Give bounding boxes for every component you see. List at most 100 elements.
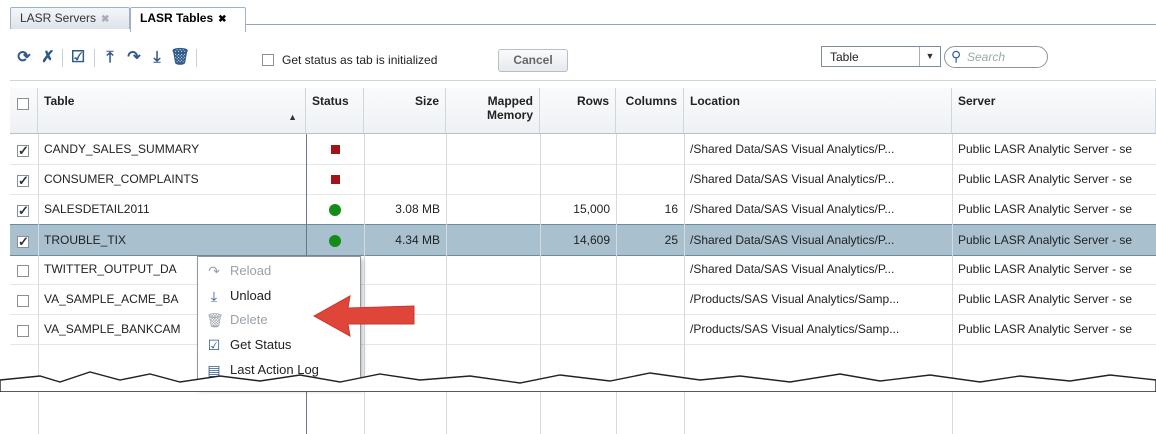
col-header-label: Size bbox=[414, 94, 439, 108]
cell-table: TROUBLE_TIX bbox=[44, 233, 127, 247]
cell-mapped bbox=[446, 314, 540, 344]
select-icon[interactable]: ☑ bbox=[68, 47, 88, 69]
filter-combo[interactable]: Table ▼ bbox=[821, 46, 941, 67]
search-icon: ⚲ bbox=[951, 48, 962, 64]
status-loaded-icon bbox=[329, 234, 341, 247]
get-status-checkbox[interactable] bbox=[262, 54, 274, 66]
toolbar-separator bbox=[196, 49, 197, 67]
col-header-status[interactable]: Status bbox=[306, 88, 364, 134]
cell-rows bbox=[540, 314, 616, 344]
tab-label: LASR Tables bbox=[140, 11, 214, 25]
clear-icon[interactable]: ✗ bbox=[38, 47, 58, 69]
cell-server: Public LASR Analytic Server - se bbox=[958, 172, 1133, 186]
col-header-columns[interactable]: Columns bbox=[616, 88, 684, 134]
cell-server: Public LASR Analytic Server - se bbox=[958, 202, 1133, 216]
cell-server: Public LASR Analytic Server - se bbox=[958, 142, 1133, 156]
cell-table: SALESDETAIL2011 bbox=[44, 202, 150, 216]
status-unloaded-icon bbox=[330, 175, 340, 185]
row-checkbox[interactable] bbox=[17, 325, 29, 337]
tab-label: LASR Servers bbox=[20, 11, 97, 25]
row-checkbox[interactable] bbox=[17, 234, 29, 250]
cell-columns bbox=[616, 254, 684, 284]
table-row[interactable]: SALESDETAIL2011 3.08 MB 15,000 16/Shared Da… bbox=[10, 194, 1156, 225]
cell-server: Public LASR Analytic Server - se bbox=[958, 262, 1133, 276]
menu-item-label: Delete bbox=[230, 312, 268, 327]
reload-icon[interactable]: ↷ bbox=[124, 47, 144, 69]
select-all-checkbox[interactable] bbox=[17, 98, 29, 110]
load-icon[interactable]: ⤒ bbox=[100, 47, 120, 69]
chevron-down-icon[interactable]: ▼ bbox=[919, 47, 940, 66]
table-row[interactable]: VA_SAMPLE_ACME_BA/Products/SAS Visual An… bbox=[10, 284, 1156, 315]
cell-status bbox=[306, 164, 364, 194]
cell-location: /Shared Data/SAS Visual Analytics/P... bbox=[690, 262, 895, 276]
unload-icon: ⤓ bbox=[210, 288, 218, 304]
menu-item-label: Get Status bbox=[230, 337, 292, 352]
cell-location: /Products/SAS Visual Analytics/Samp... bbox=[690, 292, 900, 306]
col-header-label: Status bbox=[312, 94, 349, 108]
col-header-label: Table bbox=[44, 94, 75, 108]
col-header-mapped-memory[interactable]: Mapped Memory bbox=[446, 88, 540, 134]
toolbar-separator bbox=[94, 49, 95, 67]
menu-item-label: Reload bbox=[230, 263, 272, 278]
search-input[interactable]: ⚲ Search bbox=[944, 46, 1048, 68]
cell-table: CONSUMER_COMPLAINTS bbox=[44, 172, 199, 186]
col-header-label: Server bbox=[958, 94, 996, 108]
close-icon[interactable]: ✖ bbox=[101, 14, 109, 25]
col-header-label: Location bbox=[690, 94, 740, 108]
table-row[interactable]: VA_SAMPLE_BANKCAM/Products/SAS Visual An… bbox=[10, 314, 1156, 345]
cell-table: CANDY_SALES_SUMMARY bbox=[44, 142, 200, 156]
reload-icon: ↷ bbox=[208, 263, 220, 279]
table-row[interactable]: TWITTER_OUTPUT_DA/Shared Data/SAS Visual… bbox=[10, 254, 1156, 285]
delete-icon: 🗑 bbox=[206, 312, 224, 328]
table-row[interactable]: TROUBLE_TIX 4.34 MB 14,609 25/Shared Data/S… bbox=[10, 224, 1156, 256]
col-header-label: Mapped Memory bbox=[486, 94, 533, 122]
cell-rows bbox=[540, 164, 616, 194]
row-checkbox[interactable] bbox=[17, 143, 29, 159]
close-icon[interactable]: ✖ bbox=[218, 14, 226, 25]
row-checkbox[interactable] bbox=[17, 295, 29, 307]
row-checkbox[interactable] bbox=[17, 173, 29, 189]
col-header-size[interactable]: Size bbox=[364, 88, 446, 134]
cell-mapped bbox=[446, 134, 540, 164]
cell-mapped bbox=[446, 254, 540, 284]
col-header-table[interactable]: Table ▲ bbox=[38, 88, 306, 134]
cell-rows bbox=[540, 284, 616, 314]
cell-status bbox=[306, 225, 364, 255]
cell-rows bbox=[540, 134, 616, 164]
cell-rows bbox=[540, 254, 616, 284]
table-row[interactable]: CONSUMER_COMPLAINTS/Shared Data/SAS Visu… bbox=[10, 164, 1156, 195]
cell-status bbox=[306, 194, 364, 224]
cell-size: 3.08 MB bbox=[395, 202, 440, 216]
cell-size: 4.34 MB bbox=[395, 233, 440, 247]
delete-icon[interactable]: 🗑 bbox=[170, 47, 190, 69]
row-checkbox[interactable] bbox=[17, 265, 29, 277]
toolbar-separator bbox=[62, 49, 63, 67]
tab-lasr-tables[interactable]: LASR Tables ✖ bbox=[130, 7, 246, 32]
status-unloaded-icon bbox=[330, 145, 340, 155]
unload-icon[interactable]: ⤓ bbox=[147, 47, 167, 69]
cell-mapped bbox=[446, 164, 540, 194]
toolbar: ⟳ ✗ ☑ ⤒ ↷ ⤓ 🗑 Get status as tab is initi… bbox=[10, 40, 1156, 81]
menu-item-reload[interactable]: ↷ Reload bbox=[198, 259, 358, 283]
cell-location: /Shared Data/SAS Visual Analytics/P... bbox=[690, 233, 895, 247]
cell-rows: 15,000 bbox=[573, 202, 610, 216]
col-header-location[interactable]: Location bbox=[684, 88, 952, 134]
tab-lasr-servers[interactable]: LASR Servers ✖ bbox=[10, 7, 130, 29]
cell-columns: 25 bbox=[664, 233, 678, 247]
cell-columns bbox=[616, 284, 684, 314]
torn-edge-decoration bbox=[0, 371, 1156, 392]
cell-mapped bbox=[446, 194, 540, 224]
col-header-label: Columns bbox=[625, 94, 677, 108]
annotation-arrow-icon bbox=[312, 295, 415, 337]
row-checkbox[interactable] bbox=[17, 203, 29, 219]
select-all-header[interactable] bbox=[10, 88, 38, 134]
col-header-rows[interactable]: Rows bbox=[540, 88, 616, 134]
table-row[interactable]: CANDY_SALES_SUMMARY/Shared Data/SAS Visu… bbox=[10, 134, 1156, 165]
cell-server: Public LASR Analytic Server - se bbox=[958, 292, 1133, 306]
col-header-label: Rows bbox=[576, 94, 609, 108]
col-header-server[interactable]: Server bbox=[952, 88, 1156, 134]
cancel-button[interactable]: Cancel bbox=[498, 49, 568, 72]
refresh-icon[interactable]: ⟳ bbox=[14, 47, 34, 69]
get-status-icon: ☑ bbox=[207, 337, 221, 353]
cell-rows: 14,609 bbox=[573, 233, 610, 247]
